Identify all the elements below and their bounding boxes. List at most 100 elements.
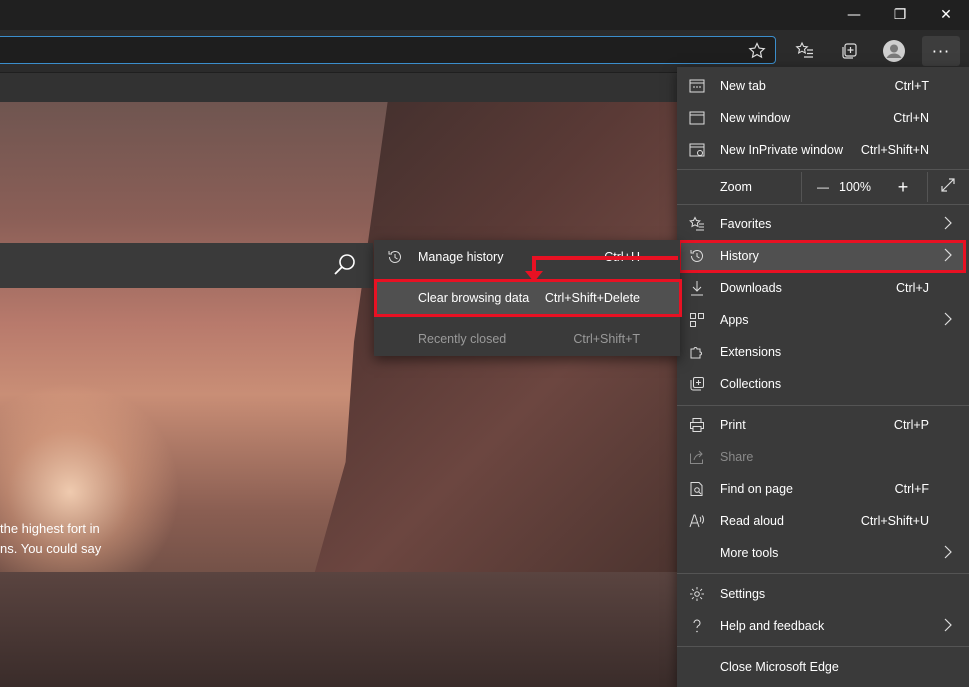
chevron-right-icon bbox=[943, 544, 953, 560]
zoom-out-button[interactable]: — bbox=[805, 170, 841, 204]
zoom-in-button[interactable]: + bbox=[885, 170, 921, 204]
collections-icon bbox=[689, 376, 705, 392]
history-icon bbox=[689, 248, 705, 264]
menu-item-close-microsoft-edge[interactable]: Close Microsoft Edge bbox=[677, 651, 969, 683]
menu-divider bbox=[677, 204, 969, 205]
menu-divider bbox=[677, 646, 969, 647]
submenu-item-shortcut: Ctrl+Shift+Delete bbox=[544, 291, 640, 305]
zoom-divider bbox=[927, 172, 928, 202]
share-icon bbox=[689, 449, 705, 465]
chevron-right-icon bbox=[943, 617, 953, 633]
menu-item-label: New window bbox=[720, 111, 791, 125]
download-icon bbox=[689, 280, 705, 296]
menu-item-shortcut: Ctrl+Shift+U bbox=[860, 514, 929, 528]
zoom-divider bbox=[801, 172, 802, 202]
title-bar bbox=[0, 0, 969, 30]
address-bar[interactable] bbox=[0, 36, 776, 64]
menu-item-read-aloud[interactable]: Read aloud Ctrl+Shift+U bbox=[677, 505, 969, 537]
zoom-label: Zoom bbox=[720, 180, 752, 194]
caption-line: ns. You could say bbox=[0, 541, 102, 556]
menu-item-label: Read aloud bbox=[720, 514, 784, 528]
menu-item-label: New tab bbox=[720, 79, 766, 93]
favorite-star-icon[interactable] bbox=[742, 38, 772, 64]
menu-item-shortcut: Ctrl+T bbox=[894, 79, 929, 93]
restore-icon: ❐ bbox=[893, 7, 907, 23]
profile-avatar-icon[interactable] bbox=[879, 38, 909, 64]
submenu-item-shortcut: Ctrl+Shift+T bbox=[573, 332, 640, 346]
menu-item-find-on-page[interactable]: Find on page Ctrl+F bbox=[677, 473, 969, 505]
menu-item-label: Settings bbox=[720, 587, 766, 601]
menu-item-collections[interactable]: Collections bbox=[677, 368, 969, 400]
image-caption: the highest fort in ns. You could say bbox=[0, 519, 101, 559]
favorites-list-icon[interactable] bbox=[790, 38, 820, 64]
chevron-right-icon bbox=[943, 311, 953, 327]
close-window-button[interactable]: ✕ bbox=[923, 0, 969, 30]
zoom-row: Zoom — 100% + bbox=[677, 170, 969, 204]
submenu-item-label: Manage history bbox=[418, 250, 504, 264]
find-icon bbox=[689, 481, 705, 497]
more-options-icon: ··· bbox=[931, 41, 951, 61]
read-aloud-icon bbox=[689, 513, 705, 529]
menu-item-history[interactable]: History bbox=[677, 240, 969, 272]
menu-divider bbox=[677, 405, 969, 406]
submenu-item-label: Recently closed bbox=[418, 332, 507, 346]
menu-item-shortcut: Ctrl+Shift+N bbox=[860, 143, 929, 157]
minimize-icon: — bbox=[847, 7, 861, 23]
menu-item-label: Favorites bbox=[720, 217, 772, 231]
submenu-item-clear-browsing-data[interactable]: Clear browsing data Ctrl+Shift+Delete bbox=[374, 281, 680, 315]
menu-item-label: Collections bbox=[720, 377, 782, 391]
search-icon[interactable] bbox=[332, 252, 358, 278]
menu-item-new-tab[interactable]: New tab Ctrl+T bbox=[677, 70, 969, 102]
new-tab-icon bbox=[689, 78, 705, 94]
menu-item-settings[interactable]: Settings bbox=[677, 578, 969, 610]
print-icon bbox=[689, 417, 705, 433]
menu-item-shortcut: Ctrl+J bbox=[896, 281, 929, 295]
menu-divider bbox=[677, 573, 969, 574]
submenu-item-label: Clear browsing data bbox=[418, 291, 530, 305]
menu-item-extensions[interactable]: Extensions bbox=[677, 336, 969, 368]
menu-item-label: Close Microsoft Edge bbox=[720, 660, 839, 674]
caption-line: the highest fort in bbox=[0, 521, 100, 536]
menu-item-apps[interactable]: Apps bbox=[677, 304, 969, 336]
menu-item-label: History bbox=[720, 249, 759, 263]
collections-icon[interactable] bbox=[834, 38, 864, 64]
chevron-right-icon bbox=[943, 215, 953, 231]
menu-item-label: Share bbox=[720, 450, 754, 464]
close-icon: ✕ bbox=[940, 7, 952, 23]
chevron-right-icon bbox=[943, 247, 953, 263]
minus-icon: — bbox=[817, 180, 829, 194]
annotation-arrow bbox=[525, 256, 678, 282]
fullscreen-icon bbox=[940, 177, 956, 198]
menu-item-share: Share bbox=[677, 441, 969, 473]
favorites-icon bbox=[689, 216, 705, 232]
menu-item-label: Print bbox=[720, 418, 746, 432]
submenu-item-recently-closed[interactable]: Recently closed Ctrl+Shift+T bbox=[374, 322, 680, 356]
history-icon bbox=[387, 249, 403, 268]
more-options-button[interactable]: ··· bbox=[922, 36, 960, 66]
menu-item-more-tools[interactable]: More tools bbox=[677, 537, 969, 569]
sun-glow bbox=[0, 382, 180, 602]
web-search-box[interactable] bbox=[0, 243, 373, 288]
menu-item-help-and-feedback[interactable]: Help and feedback bbox=[677, 610, 969, 642]
menu-item-shortcut: Ctrl+P bbox=[893, 418, 929, 432]
menu-item-downloads[interactable]: Downloads Ctrl+J bbox=[677, 272, 969, 304]
menu-item-label: Extensions bbox=[720, 345, 782, 359]
new-window-icon bbox=[689, 110, 705, 126]
fullscreen-button[interactable] bbox=[930, 170, 966, 204]
menu-item-print[interactable]: Print Ctrl+P bbox=[677, 409, 969, 441]
menu-item-label: Find on page bbox=[720, 482, 793, 496]
menu-item-label: Help and feedback bbox=[720, 619, 825, 633]
help-icon bbox=[689, 618, 705, 634]
menu-item-shortcut: Ctrl+F bbox=[894, 482, 929, 496]
minimize-button[interactable]: — bbox=[831, 0, 877, 30]
menu-item-new-inprivate-window[interactable]: New InPrivate window Ctrl+Shift+N bbox=[677, 134, 969, 166]
restore-button[interactable]: ❐ bbox=[877, 0, 923, 30]
inprivate-icon bbox=[689, 142, 705, 158]
menu-item-label: More tools bbox=[720, 546, 779, 560]
menu-item-label: Downloads bbox=[720, 281, 782, 295]
menu-item-new-window[interactable]: New window Ctrl+N bbox=[677, 102, 969, 134]
menu-item-label: New InPrivate window bbox=[720, 143, 843, 157]
menu-item-favorites[interactable]: Favorites bbox=[677, 208, 969, 240]
menu-item-label: Apps bbox=[720, 313, 749, 327]
menu-item-shortcut: Ctrl+N bbox=[893, 111, 929, 125]
